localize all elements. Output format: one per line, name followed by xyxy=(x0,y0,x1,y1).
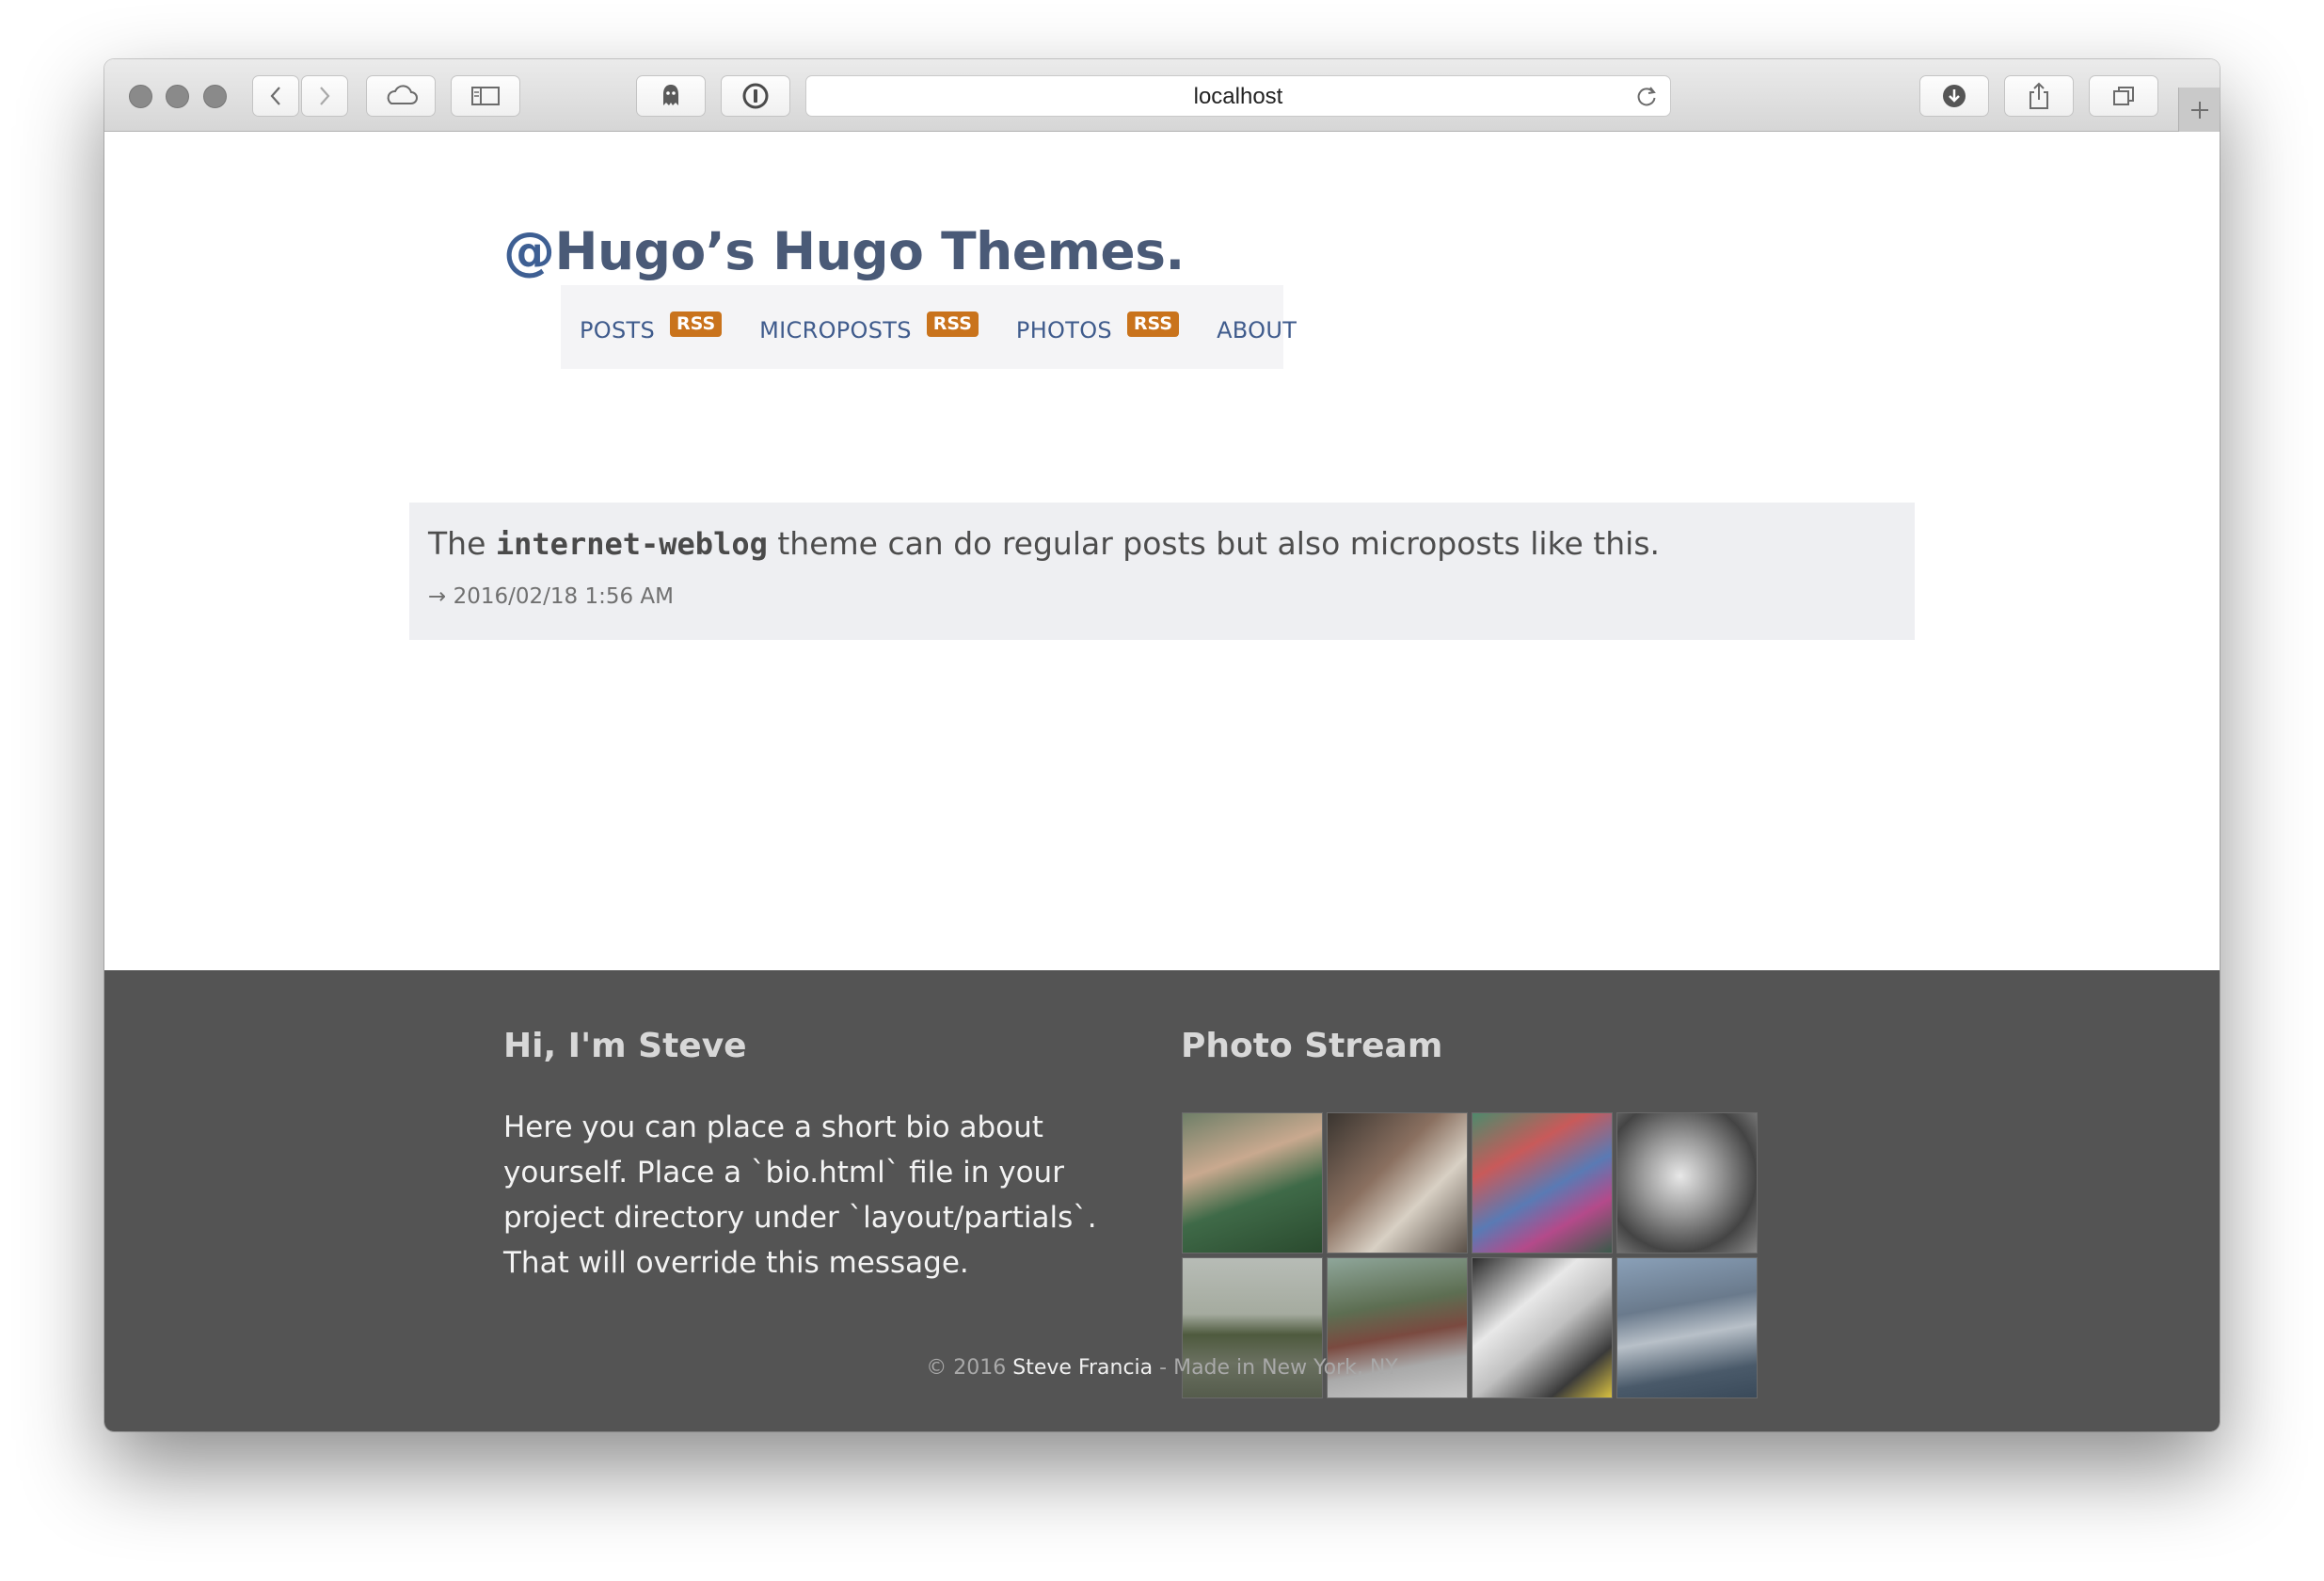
sidebar-icon xyxy=(471,87,500,105)
nav-item-microposts[interactable]: MICROPOSTS RSS xyxy=(759,311,979,343)
photo-thumbnail[interactable] xyxy=(1616,1112,1758,1254)
posts-rss-badge[interactable]: RSS xyxy=(670,311,723,337)
main-nav: POSTS RSS MICROPOSTS RSS PHOTOS RSS ABOU… xyxy=(561,285,1297,369)
nav-item-posts[interactable]: POSTS RSS xyxy=(580,311,723,343)
browser-toolbar: localhost xyxy=(104,59,2220,132)
reload-icon[interactable] xyxy=(1634,85,1659,114)
photo-thumbnail[interactable] xyxy=(1182,1112,1323,1254)
copyright-line: © 2016 Steve Francia - Made in New York,… xyxy=(104,1356,2220,1380)
photo-thumbnail[interactable] xyxy=(1327,1112,1468,1254)
microposts-rss-badge[interactable]: RSS xyxy=(926,311,979,337)
chevron-right-icon xyxy=(320,87,330,105)
micropost-card: The internet-weblog theme can do regular… xyxy=(409,503,1915,640)
sidebar-button[interactable] xyxy=(451,75,520,117)
icloud-tabs-button[interactable] xyxy=(366,75,436,117)
photo-stream-heading: Photo Stream xyxy=(1181,1027,1443,1065)
nav-microposts-label[interactable]: MICROPOSTS xyxy=(759,311,912,343)
download-icon xyxy=(1943,85,1966,107)
back-button[interactable] xyxy=(252,75,299,117)
browser-window: localhost @Hugo’s Hugo Themes. POSTS RSS… xyxy=(104,59,2220,1431)
minimize-window-button[interactable] xyxy=(166,85,189,108)
site-title-at: @ xyxy=(503,221,555,281)
password-extension-button[interactable] xyxy=(721,75,790,117)
forward-button[interactable] xyxy=(301,75,348,117)
share-button[interactable] xyxy=(2004,75,2074,117)
site-title[interactable]: @Hugo’s Hugo Themes. xyxy=(503,221,1185,281)
address-bar[interactable]: localhost xyxy=(805,75,1671,117)
downloads-button[interactable] xyxy=(1919,75,1989,117)
micropost-date-link[interactable]: → 2016/02/18 1:56 AM xyxy=(428,584,674,609)
share-icon xyxy=(2030,82,2048,109)
close-window-button[interactable] xyxy=(129,85,152,108)
tabs-icon xyxy=(2113,87,2134,105)
keyhole-icon xyxy=(742,83,769,109)
micropost-text-after: theme can do regular posts but also micr… xyxy=(767,525,1661,562)
site-footer: Hi, I'm Steve Here you can place a short… xyxy=(104,970,2220,1431)
nav-item-about[interactable]: ABOUT xyxy=(1217,311,1297,343)
page-viewport: @Hugo’s Hugo Themes. POSTS RSS MICROPOST… xyxy=(104,132,2220,1431)
site-title-text: Hugo’s Hugo Themes. xyxy=(554,221,1186,281)
ghost-icon xyxy=(663,85,678,105)
cloud-icon xyxy=(387,85,418,104)
nav-posts-label[interactable]: POSTS xyxy=(580,311,655,343)
micropost-code: internet-weblog xyxy=(495,526,768,562)
url-text: localhost xyxy=(1193,84,1283,109)
micropost-text: The internet-weblog theme can do regular… xyxy=(428,525,1660,562)
copyright-suffix: - Made in New York, NY xyxy=(1153,1356,1398,1380)
zoom-window-button[interactable] xyxy=(203,85,227,108)
new-tab-button[interactable] xyxy=(2178,88,2220,132)
bio-text: Here you can place a short bio about you… xyxy=(503,1110,1097,1280)
ghostery-extension-button[interactable] xyxy=(636,75,706,117)
micropost-text-before: The xyxy=(428,525,496,562)
nav-photos-label[interactable]: PHOTOS xyxy=(1016,311,1112,343)
copyright-prefix: © 2016 xyxy=(926,1356,1013,1380)
nav-about-label[interactable]: ABOUT xyxy=(1217,311,1297,343)
tabs-overview-button[interactable] xyxy=(2089,75,2158,117)
screenshot-stage: localhost @Hugo’s Hugo Themes. POSTS RSS… xyxy=(0,0,2324,1581)
nav-item-photos[interactable]: PHOTOS RSS xyxy=(1016,311,1180,343)
photo-thumbnail[interactable] xyxy=(1472,1112,1613,1254)
photos-rss-badge[interactable]: RSS xyxy=(1126,311,1180,337)
bio-heading: Hi, I'm Steve xyxy=(503,1027,747,1065)
plus-icon xyxy=(2190,101,2208,119)
author-link[interactable]: Steve Francia xyxy=(1012,1356,1153,1380)
chevron-left-icon xyxy=(270,87,280,105)
